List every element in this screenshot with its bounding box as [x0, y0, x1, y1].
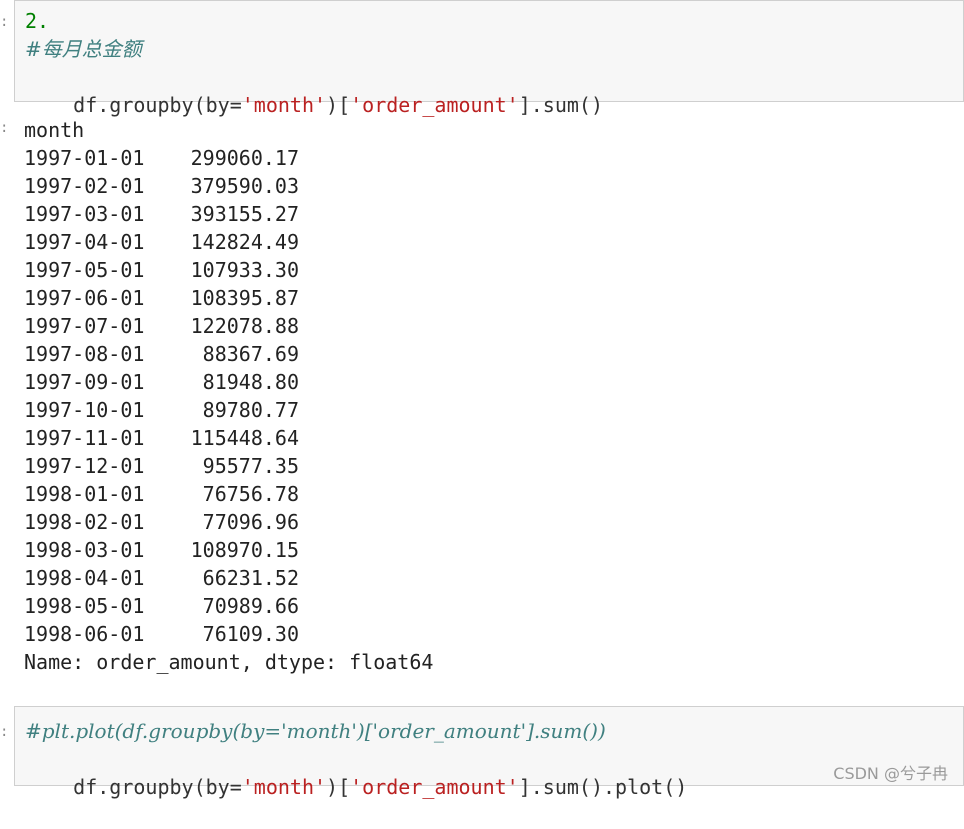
output-prompt-marker: :: [0, 120, 8, 136]
output-row: 1998-04-0166231.52: [24, 564, 299, 592]
output-row-date: 1998-06-01: [24, 620, 164, 648]
output-footer: Name: order_amount, dtype: float64: [24, 648, 433, 676]
code-text: ].sum().plot(): [519, 775, 688, 799]
output-row-value: 142824.49: [164, 228, 299, 256]
output-row-date: 1997-03-01: [24, 200, 164, 228]
output-row-date: 1997-10-01: [24, 396, 164, 424]
output-index-name: month: [24, 116, 84, 144]
output-row-value: 108395.87: [164, 284, 299, 312]
output-row-date: 1998-02-01: [24, 508, 164, 536]
output-row: 1998-03-01108970.15: [24, 536, 299, 564]
code-line-number: 2.: [25, 7, 49, 35]
output-row-date: 1997-11-01: [24, 424, 164, 452]
output-row-date: 1997-07-01: [24, 312, 164, 340]
output-row-date: 1997-05-01: [24, 256, 164, 284]
output-row: 1998-05-0170989.66: [24, 592, 299, 620]
output-row: 1997-05-01107933.30: [24, 256, 299, 284]
output-row-date: 1997-09-01: [24, 368, 164, 396]
code-text: )[: [326, 775, 350, 799]
output-row: 1997-09-0181948.80: [24, 368, 299, 396]
output-row-value: 76756.78: [164, 480, 299, 508]
output-row-value: 115448.64: [164, 424, 299, 452]
output-row-date: 1998-04-01: [24, 564, 164, 592]
output-row-date: 1997-12-01: [24, 452, 164, 480]
output-row: 1997-03-01393155.27: [24, 200, 299, 228]
output-row: 1997-07-01122078.88: [24, 312, 299, 340]
code-string: 'order_amount': [350, 775, 519, 799]
output-row: 1998-01-0176756.78: [24, 480, 299, 508]
output-row-value: 76109.30: [164, 620, 299, 648]
output-row: 1997-08-0188367.69: [24, 340, 299, 368]
watermark: CSDN @兮子冉: [833, 760, 948, 784]
code-string: 'month': [242, 775, 326, 799]
output-row-value: 81948.80: [164, 368, 299, 396]
output-row-date: 1997-02-01: [24, 172, 164, 200]
input-prompt-marker: :: [0, 14, 8, 30]
code-cell-input-1[interactable]: 2. #每月总金额 df.groupby(by='month')['order_…: [14, 0, 964, 102]
output-row: 1997-06-01108395.87: [24, 284, 299, 312]
output-row-value: 88367.69: [164, 340, 299, 368]
output-row: 1998-06-0176109.30: [24, 620, 299, 648]
output-row: 1997-12-0195577.35: [24, 452, 299, 480]
output-row-value: 95577.35: [164, 452, 299, 480]
output-row-value: 107933.30: [164, 256, 299, 284]
output-row: 1997-01-01299060.17: [24, 144, 299, 172]
output-row-value: 393155.27: [164, 200, 299, 228]
code-line-plot: df.groupby(by='month')['order_amount'].s…: [25, 745, 687, 773]
code-comment: #plt.plot(df.groupby(by='month')['order_…: [25, 717, 606, 745]
output-row-date: 1997-01-01: [24, 144, 164, 172]
input-prompt-marker: :: [0, 724, 8, 740]
output-row: 1997-02-01379590.03: [24, 172, 299, 200]
output-row-value: 108970.15: [164, 536, 299, 564]
output-row-date: 1997-04-01: [24, 228, 164, 256]
output-row-date: 1998-01-01: [24, 480, 164, 508]
output-row-date: 1998-03-01: [24, 536, 164, 564]
output-row-value: 70989.66: [164, 592, 299, 620]
output-row-date: 1997-06-01: [24, 284, 164, 312]
output-row-value: 379590.03: [164, 172, 299, 200]
code-cell-output-1: month 1997-01-01299060.171997-02-0137959…: [0, 112, 964, 682]
output-row-value: 89780.77: [164, 396, 299, 424]
output-row-value: 77096.96: [164, 508, 299, 536]
output-row-value: 122078.88: [164, 312, 299, 340]
code-comment: #每月总金额: [25, 35, 142, 63]
code-line-groupby: df.groupby(by='month')['order_amount'].s…: [25, 63, 603, 91]
output-row: 1997-10-0189780.77: [24, 396, 299, 424]
output-row-date: 1997-08-01: [24, 340, 164, 368]
code-text: df.groupby(by=: [73, 775, 242, 799]
code-cell-input-2[interactable]: #plt.plot(df.groupby(by='month')['order_…: [14, 706, 964, 786]
output-row-value: 66231.52: [164, 564, 299, 592]
output-row-date: 1998-05-01: [24, 592, 164, 620]
output-row: 1998-02-0177096.96: [24, 508, 299, 536]
output-row: 1997-04-01142824.49: [24, 228, 299, 256]
output-row: 1997-11-01115448.64: [24, 424, 299, 452]
output-row-value: 299060.17: [164, 144, 299, 172]
